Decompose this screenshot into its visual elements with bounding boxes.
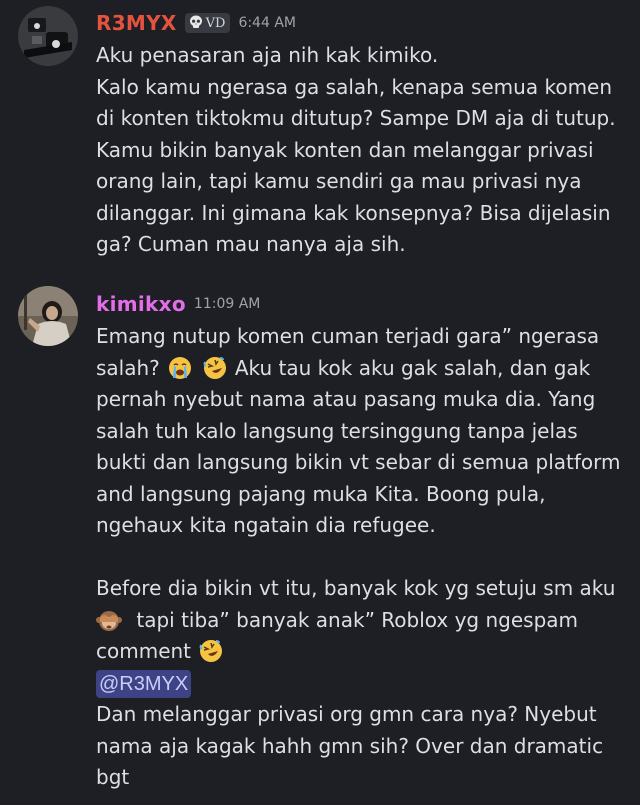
message-line: dilanggar. Ini gimana kak konsepnya? Bis… bbox=[96, 200, 611, 225]
message-line: ga? Cuman mau nanya aja sih. bbox=[96, 232, 406, 256]
message-line: and langsung pajang muka Kita. Boong pul… bbox=[96, 481, 546, 506]
message-line: Aku penasaran aja nih kak kimiko. bbox=[96, 43, 439, 67]
avatar[interactable] bbox=[18, 6, 78, 66]
message-line: pernah nyebut nama atau pasang muka dia.… bbox=[96, 387, 596, 411]
message-line: Kamu bikin banyak konten dan melanggar p… bbox=[96, 137, 594, 162]
username[interactable]: R3MYX bbox=[96, 11, 177, 35]
message-header: R3MYX VD 6:44 AM bbox=[96, 10, 296, 36]
message-line: Dan melanggar privasi org gmn cara nya? … bbox=[96, 702, 597, 726]
message-line: salah? Aku tau kok aku gak salah, dan ga… bbox=[96, 353, 636, 385]
user-mention[interactable]: @R3MYX bbox=[96, 669, 192, 698]
message-line: comment bbox=[96, 636, 636, 668]
message-line: salah tuh kalo langsung tersinggung tanp… bbox=[96, 418, 578, 443]
message-line: ngehaux kita ngatain dia refugee. bbox=[96, 513, 436, 537]
skull-icon bbox=[189, 14, 203, 33]
rolling-on-floor-laughing-icon bbox=[199, 639, 223, 673]
message-line: bgt bbox=[96, 765, 130, 789]
avatar[interactable] bbox=[18, 286, 78, 346]
message-line: Kalo kamu ngerasa ga salah, kenapa semua… bbox=[96, 74, 613, 99]
username[interactable]: kimikxo bbox=[96, 292, 186, 316]
server-tag-text: VD bbox=[205, 15, 226, 31]
message-text: comment bbox=[96, 639, 192, 663]
message-content: Aku penasaran aja nih kak kimiko. Kalo k… bbox=[96, 40, 636, 261]
message-line: nama aja kagak hahh gmn sih? Over dan dr… bbox=[96, 733, 604, 758]
message-line: Emang nutup komen cuman terjadi gara” ng… bbox=[96, 324, 600, 348]
message-content: Emang nutup komen cuman terjadi gara” ng… bbox=[96, 321, 636, 794]
timestamp: 11:09 AM bbox=[193, 296, 261, 312]
message-line: @R3MYX bbox=[96, 668, 636, 700]
message-line: bukti dan langsung bikin vt sebar di sem… bbox=[96, 450, 621, 474]
timestamp: 6:44 AM bbox=[238, 15, 296, 31]
message-line: di konten tiktokmu ditutup? Sampe DM aja… bbox=[96, 106, 616, 130]
message-line: orang lain, tapi kamu sendiri ga mau pri… bbox=[96, 169, 582, 193]
message-header: kimikxo 11:09 AM bbox=[96, 291, 260, 317]
message-text: Aku tau kok aku gak salah, dan gak bbox=[234, 355, 591, 380]
message-text: salah? bbox=[96, 355, 160, 380]
server-tag-badge[interactable]: VD bbox=[184, 13, 231, 33]
message-text: tapi tiba” banyak anak” Roblox yg ngespa… bbox=[136, 607, 578, 632]
message-line: tapi tiba” banyak anak” Roblox yg ngespa… bbox=[96, 605, 636, 637]
message-line: Before dia bikin vt itu, banyak kok yg s… bbox=[96, 576, 616, 600]
